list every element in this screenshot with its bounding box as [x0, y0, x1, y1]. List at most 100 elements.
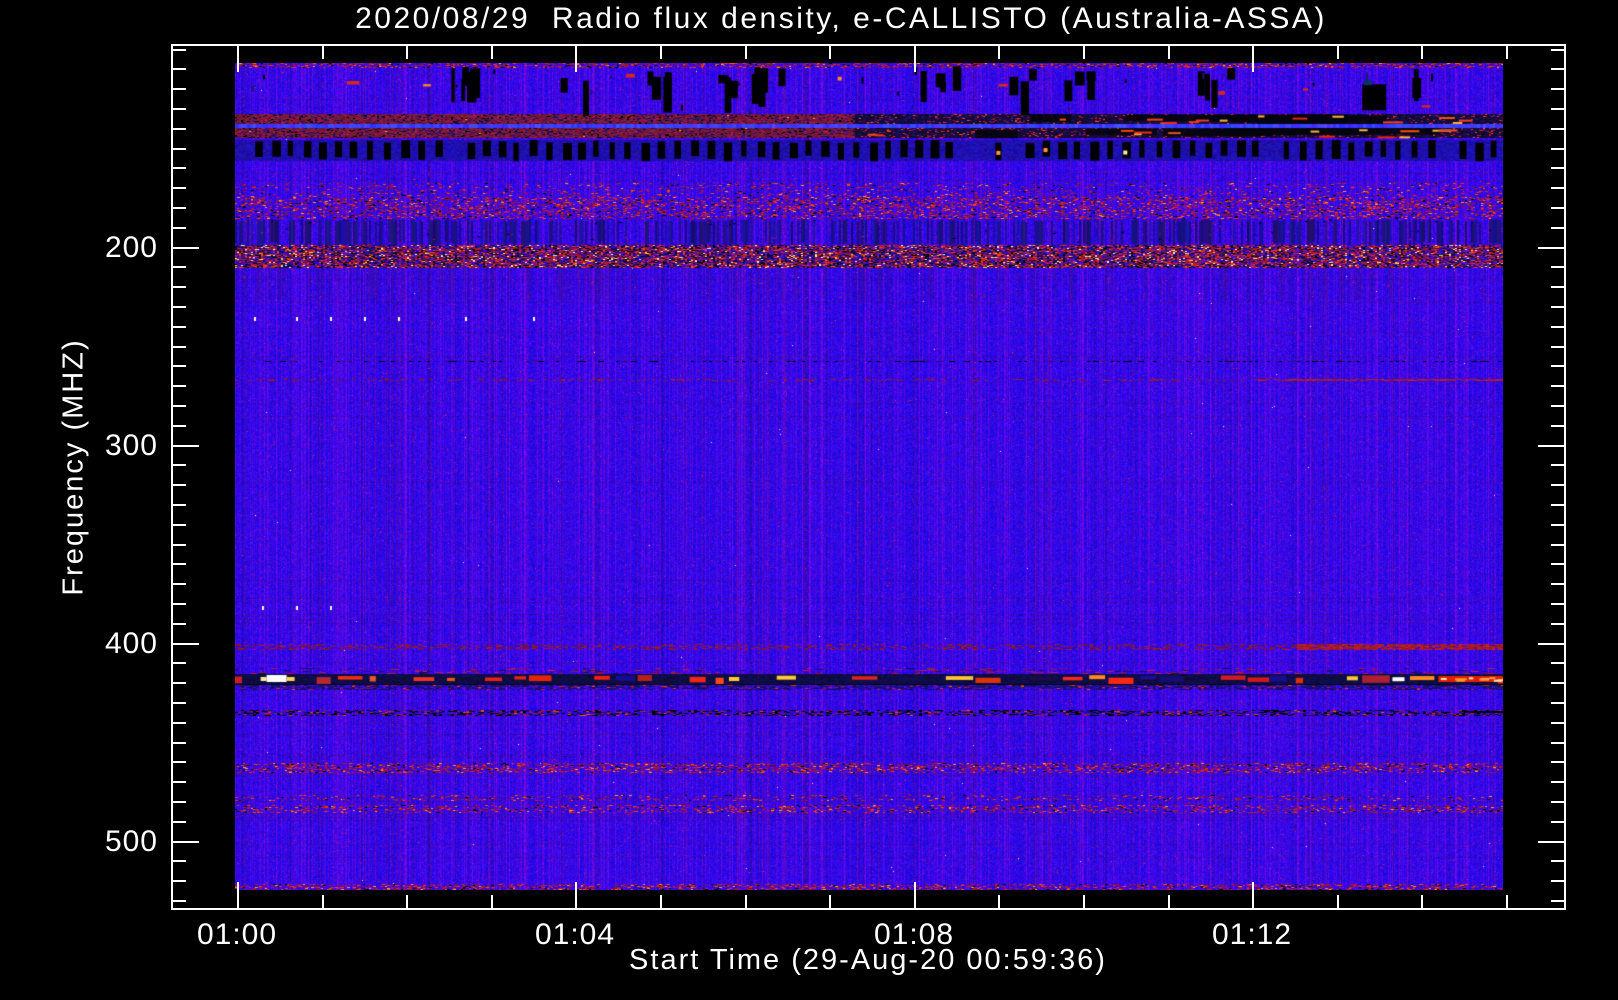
tick-mark	[173, 722, 186, 724]
tick-mark	[660, 46, 662, 59]
tick-mark	[322, 895, 324, 908]
tick-mark	[173, 682, 186, 684]
tick-mark	[1551, 167, 1564, 169]
tick-mark	[173, 227, 186, 229]
tick-mark	[1551, 603, 1564, 605]
tick-mark	[829, 895, 831, 908]
tick-mark	[1083, 895, 1085, 908]
tick-mark	[173, 544, 186, 546]
tick-mark	[173, 49, 186, 51]
tick-mark	[1551, 286, 1564, 288]
tick-mark	[173, 187, 186, 189]
tick-mark	[237, 46, 239, 72]
tick-mark	[173, 464, 186, 466]
y-tick-label: 500	[104, 825, 158, 858]
x-axis-label: Start Time (29-Aug-20 00:59:36)	[629, 944, 1107, 976]
tick-mark	[914, 46, 916, 72]
y-tick-label: 300	[104, 429, 158, 462]
tick-mark	[1551, 900, 1564, 902]
tick-mark	[1551, 464, 1564, 466]
tick-mark	[173, 643, 199, 645]
tick-mark	[1551, 524, 1564, 526]
tick-mark	[1551, 207, 1564, 209]
tick-mark	[1551, 187, 1564, 189]
tick-mark	[173, 425, 186, 427]
tick-mark	[173, 286, 186, 288]
tick-mark	[1551, 266, 1564, 268]
tick-mark	[173, 821, 186, 823]
tick-mark	[1083, 46, 1085, 59]
tick-mark	[1421, 895, 1423, 908]
tick-mark	[173, 504, 186, 506]
tick-mark	[1551, 563, 1564, 565]
tick-mark	[1551, 623, 1564, 625]
tick-mark	[1551, 504, 1564, 506]
tick-mark	[406, 46, 408, 59]
tick-mark	[1551, 365, 1564, 367]
tick-mark	[914, 882, 916, 908]
tick-mark	[173, 88, 186, 90]
tick-mark	[173, 662, 186, 664]
tick-mark	[1551, 385, 1564, 387]
tick-mark	[173, 385, 186, 387]
tick-mark	[1337, 46, 1339, 59]
tick-mark	[173, 484, 186, 486]
spectrogram-canvas	[235, 63, 1503, 890]
y-tick-label: 200	[104, 231, 158, 264]
tick-mark	[1551, 148, 1564, 150]
tick-mark	[1551, 544, 1564, 546]
tick-mark	[237, 882, 239, 908]
tick-mark	[1551, 49, 1564, 51]
tick-mark	[173, 346, 186, 348]
tick-mark	[173, 900, 186, 902]
tick-mark	[173, 207, 186, 209]
tick-mark	[173, 247, 199, 249]
tick-mark	[1551, 722, 1564, 724]
tick-mark	[1252, 46, 1254, 72]
tick-mark	[1551, 761, 1564, 763]
tick-mark	[173, 405, 186, 407]
tick-mark	[1551, 860, 1564, 862]
tick-mark	[173, 880, 186, 882]
tick-mark	[1538, 643, 1564, 645]
tick-mark	[173, 148, 186, 150]
tick-mark	[1551, 88, 1564, 90]
tick-mark	[1551, 346, 1564, 348]
spectrogram-page: 2020/08/29 Radio flux density, e-CALLIST…	[0, 0, 1618, 1000]
tick-mark	[173, 365, 186, 367]
tick-mark	[173, 326, 186, 328]
tick-mark	[173, 860, 186, 862]
tick-mark	[173, 702, 186, 704]
tick-mark	[173, 108, 186, 110]
tick-mark	[173, 266, 186, 268]
tick-mark	[1538, 445, 1564, 447]
tick-mark	[1551, 880, 1564, 882]
tick-mark	[745, 46, 747, 59]
tick-mark	[173, 524, 186, 526]
tick-mark	[173, 761, 186, 763]
tick-mark	[1168, 46, 1170, 59]
tick-mark	[1506, 46, 1508, 59]
tick-mark	[173, 603, 186, 605]
tick-mark	[1551, 742, 1564, 744]
tick-mark	[1551, 682, 1564, 684]
tick-mark	[1506, 895, 1508, 908]
tick-mark	[1551, 702, 1564, 704]
tick-mark	[1551, 405, 1564, 407]
tick-mark	[322, 46, 324, 59]
tick-mark	[1551, 326, 1564, 328]
tick-mark	[575, 46, 577, 72]
tick-mark	[1551, 484, 1564, 486]
tick-mark	[173, 841, 199, 843]
tick-mark	[491, 46, 493, 59]
tick-mark	[1551, 227, 1564, 229]
tick-mark	[173, 128, 186, 130]
tick-mark	[1551, 583, 1564, 585]
y-tick-label: 400	[104, 627, 158, 660]
tick-mark	[1337, 895, 1339, 908]
tick-mark	[998, 46, 1000, 59]
tick-mark	[1538, 841, 1564, 843]
y-axis-label: Frequency (MHZ)	[57, 338, 90, 596]
tick-mark	[1168, 895, 1170, 908]
tick-mark	[173, 167, 186, 169]
